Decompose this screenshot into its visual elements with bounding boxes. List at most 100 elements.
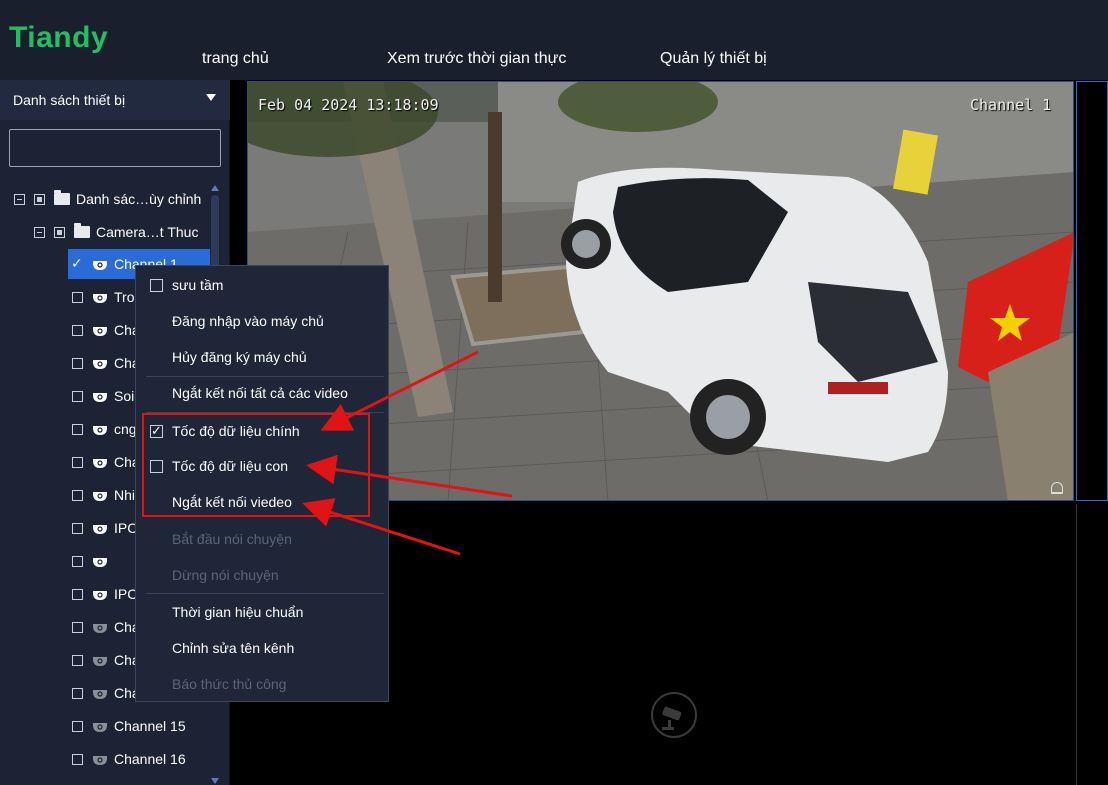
device-search-input[interactable] [9, 129, 221, 167]
annotation-highlight-box [142, 413, 370, 517]
collapse-icon[interactable] [14, 193, 25, 205]
menu-item-label: Đăng nhập vào máy chủ [172, 313, 324, 329]
channel-row[interactable]: Tron [72, 282, 142, 312]
top-bar: Tiandy trang chủ Xem trước thời gian thự… [0, 0, 1108, 80]
channel-checkbox[interactable] [72, 687, 83, 699]
channel-checkbox[interactable] [72, 456, 83, 468]
channel-label: IPC [114, 520, 138, 536]
channel-checkbox[interactable] [72, 522, 83, 534]
channel-row[interactable] [72, 546, 114, 576]
partial-checkbox[interactable] [34, 193, 45, 205]
channel-checkbox[interactable] [72, 390, 83, 402]
channel-checkbox[interactable] [72, 621, 83, 633]
dome-camera-icon [93, 359, 107, 369]
nav-device-management[interactable]: Quản lý thiết bị [660, 50, 767, 68]
menu-item-start-talk: Bắt đầu nói chuyện [136, 524, 388, 554]
dome-camera-icon [93, 392, 107, 402]
menu-item-label: Ngắt kết nối tất cả các video [172, 385, 348, 401]
channel-row[interactable]: IPC [72, 513, 137, 543]
tree-root-node[interactable]: Danh sác…ùy chỉnh [14, 184, 201, 214]
channel-label: Soi [114, 388, 135, 404]
dome-camera-icon [93, 656, 107, 666]
menu-item-label: Chỉnh sửa tên kênh [172, 640, 295, 656]
menu-item-label: Bắt đầu nói chuyện [172, 531, 292, 547]
osd-timestamp: Feb 04 2024 13:18:09 [258, 96, 439, 114]
channel-checkbox[interactable] [72, 423, 83, 435]
dome-camera-icon [93, 260, 107, 270]
menu-item-calibrate-time[interactable]: Thời gian hiệu chuẩn [136, 597, 388, 627]
tree-group-label: Camera…t Thuc [96, 224, 199, 240]
channel-label: Channel 16 [114, 751, 186, 767]
dome-camera-icon [93, 293, 107, 303]
tree-group-node[interactable]: Camera…t Thuc [34, 217, 198, 247]
channel-checkbox[interactable] [71, 255, 83, 272]
tiandy-logo: Tiandy [9, 21, 109, 54]
dome-camera-icon [93, 689, 107, 699]
video-pane-4[interactable] [1076, 504, 1108, 785]
channel-checkbox[interactable] [72, 720, 83, 732]
menu-item-login-host[interactable]: Đăng nhập vào máy chủ [136, 306, 388, 336]
channel-checkbox[interactable] [72, 357, 83, 369]
device-list-title: Danh sách thiết bị [13, 92, 126, 108]
channel-row[interactable]: Cha [72, 678, 140, 708]
channel-row[interactable]: Cha [72, 348, 140, 378]
channel-label: IPC [114, 586, 138, 602]
tree-root-label: Danh sác…ùy chỉnh [76, 191, 202, 207]
osd-channel-name: Channel 1 [970, 96, 1052, 114]
menu-item-edit-channel-name[interactable]: Chỉnh sửa tên kênh [136, 633, 388, 663]
menu-item-label: Hủy đăng ký máy chủ [172, 349, 307, 365]
channel-row[interactable]: IPC [72, 579, 137, 609]
dome-camera-icon [93, 326, 107, 336]
scroll-up-icon[interactable] [211, 185, 219, 191]
menu-item-stop-talk: Dừng nói chuyện [136, 560, 388, 590]
channel-row[interactable]: Soi [72, 381, 134, 411]
channel-checkbox[interactable] [72, 555, 83, 567]
channel-row[interactable]: Cha [72, 447, 140, 477]
app-window: Tiandy trang chủ Xem trước thời gian thự… [0, 0, 1108, 785]
menu-item-collect[interactable]: sưu tầm [136, 270, 388, 300]
menu-item-label: Thời gian hiệu chuẩn [172, 604, 304, 620]
dome-camera-icon [93, 557, 107, 567]
channel-checkbox[interactable] [72, 753, 83, 765]
channel-row[interactable]: Channel 15 [72, 711, 186, 741]
channel-checkbox[interactable] [72, 489, 83, 501]
channel-row[interactable]: Cha [72, 612, 140, 642]
dome-camera-icon [93, 524, 107, 534]
menu-divider [146, 593, 384, 594]
chevron-down-icon[interactable] [206, 94, 216, 101]
channel-row[interactable]: Nhin [72, 480, 143, 510]
alarm-bell-icon[interactable] [1051, 482, 1063, 494]
scroll-down-icon[interactable] [211, 778, 219, 784]
dome-camera-icon [93, 755, 107, 765]
dome-camera-icon [93, 722, 107, 732]
nav-live-preview[interactable]: Xem trước thời gian thực [387, 50, 566, 68]
menu-item-label: Dừng nói chuyện [172, 567, 279, 583]
video-pane-2[interactable] [1076, 81, 1108, 501]
menu-item-disconnect-all[interactable]: Ngắt kết nối tất cả các video [136, 378, 388, 408]
menu-item-manual-alarm: Báo thức thủ công [136, 669, 388, 699]
channel-label: cng [114, 421, 137, 437]
channel-checkbox[interactable] [72, 654, 83, 666]
channel-checkbox[interactable] [72, 324, 83, 336]
collect-checkbox[interactable] [150, 278, 163, 292]
channel-checkbox[interactable] [72, 588, 83, 600]
channel-checkbox[interactable] [72, 291, 83, 303]
menu-item-logout-host[interactable]: Hủy đăng ký máy chủ [136, 342, 388, 372]
dome-camera-icon [93, 590, 107, 600]
channel-row[interactable]: Cha [72, 645, 140, 675]
dome-camera-icon [93, 623, 107, 633]
nav-home[interactable]: trang chủ [202, 50, 269, 68]
menu-item-label: Báo thức thủ công [172, 676, 287, 692]
folder-icon [74, 223, 90, 238]
no-camera-icon [651, 692, 697, 738]
folder-icon [54, 190, 70, 205]
channel-row[interactable]: cng [72, 414, 137, 444]
partial-checkbox[interactable] [54, 226, 65, 238]
collapse-icon[interactable] [34, 226, 45, 238]
dome-camera-icon [93, 491, 107, 501]
channel-row[interactable]: Cha [72, 315, 140, 345]
device-list-header[interactable]: Danh sách thiết bị [0, 80, 230, 120]
dome-camera-icon [93, 458, 107, 468]
channel-label: Channel 15 [114, 718, 186, 734]
channel-row[interactable]: Channel 16 [72, 744, 186, 774]
